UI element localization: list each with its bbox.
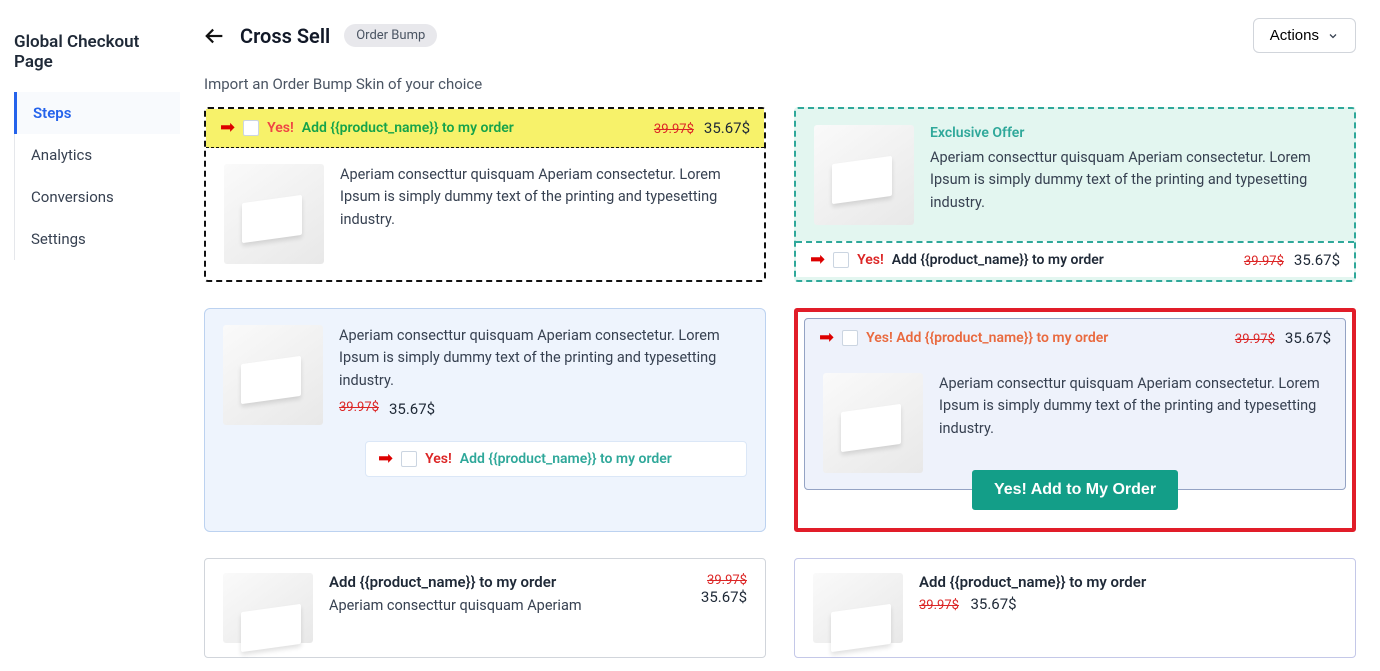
price-new: 35.67$	[701, 588, 747, 606]
product-image	[814, 125, 914, 225]
arrow-right-icon: ➡	[819, 329, 834, 347]
sidebar-title: Global Checkout Page	[14, 32, 180, 92]
yes-text: Yes!	[857, 252, 884, 268]
add-text: Add {{product_name}} to my order	[302, 120, 514, 136]
product-image	[813, 573, 903, 643]
price-old: 39.97$	[1244, 254, 1284, 269]
checkbox[interactable]	[243, 120, 259, 136]
card-title: Add {{product_name}} to my order	[329, 573, 685, 591]
skin-card-6[interactable]: Add {{product_name}} to my order 39.97$ …	[794, 558, 1356, 658]
actions-label: Actions	[1270, 27, 1319, 44]
add-text: Add {{product_name}} to my order	[892, 252, 1104, 268]
price-new: 35.67$	[389, 400, 435, 418]
skin-card-4-selected[interactable]: ➡ Yes! Add {{product_name}} to my order …	[794, 308, 1356, 532]
exclusive-offer-label: Exclusive Offer	[930, 125, 1336, 141]
back-arrow-icon[interactable]	[204, 25, 226, 47]
sidebar-item-settings[interactable]: Settings	[15, 218, 180, 260]
price-new: 35.67$	[704, 119, 750, 137]
add-text: Yes! Add {{product_name}} to my order	[866, 330, 1108, 346]
skin-card-2[interactable]: Exclusive Offer Aperiam consecttur quisq…	[794, 107, 1356, 282]
skin-card-3[interactable]: Aperiam consecttur quisquam Aperiam cons…	[204, 308, 766, 532]
product-desc: Aperiam consecttur quisquam Aperiam cons…	[930, 147, 1336, 214]
arrow-right-icon: ➡	[810, 251, 825, 269]
header-badge: Order Bump	[344, 24, 437, 47]
arrow-right-icon: ➡	[220, 119, 235, 137]
actions-dropdown[interactable]: Actions	[1253, 18, 1356, 53]
sidebar-item-conversions[interactable]: Conversions	[15, 176, 180, 218]
price-old: 39.97$	[654, 122, 694, 137]
price-new: 35.67$	[1285, 329, 1331, 347]
chevron-down-icon	[1327, 30, 1339, 42]
product-image	[823, 373, 923, 473]
product-image	[223, 573, 313, 643]
checkbox[interactable]	[833, 252, 849, 268]
sidebar-item-analytics[interactable]: Analytics	[15, 134, 180, 176]
checkbox[interactable]	[401, 451, 417, 467]
skin-card-5[interactable]: Add {{product_name}} to my order Aperiam…	[204, 558, 766, 658]
product-image	[224, 164, 324, 264]
add-to-order-button[interactable]: Yes! Add to My Order	[972, 470, 1178, 510]
yes-text: Yes!	[267, 120, 294, 136]
product-desc: Aperiam consecttur quisquam Aperiam	[329, 595, 685, 617]
sidebar-item-steps[interactable]: Steps	[14, 92, 180, 134]
price-old: 39.97$	[701, 573, 747, 588]
product-desc: Aperiam consecttur quisquam Aperiam cons…	[939, 373, 1327, 440]
add-text: Add {{product_name}} to my order	[460, 451, 672, 467]
subheading: Import an Order Bump Skin of your choice	[204, 75, 1356, 93]
yes-text: Yes!	[425, 451, 452, 467]
card-title: Add {{product_name}} to my order	[919, 573, 1337, 591]
product-desc: Aperiam consecttur quisquam Aperiam cons…	[340, 164, 746, 231]
arrow-right-icon: ➡	[378, 450, 393, 468]
checkbox[interactable]	[842, 330, 858, 346]
product-image	[223, 325, 323, 425]
page-title: Cross Sell	[240, 24, 330, 48]
price-new: 35.67$	[1294, 251, 1340, 269]
price-new: 35.67$	[970, 595, 1016, 613]
product-desc: Aperiam consecttur quisquam Aperiam cons…	[339, 325, 747, 392]
price-old: 39.97$	[1235, 332, 1275, 347]
price-old: 39.97$	[919, 598, 959, 613]
skin-card-1[interactable]: ➡ Yes! Add {{product_name}} to my order …	[204, 107, 766, 282]
price-old: 39.97$	[339, 400, 379, 418]
